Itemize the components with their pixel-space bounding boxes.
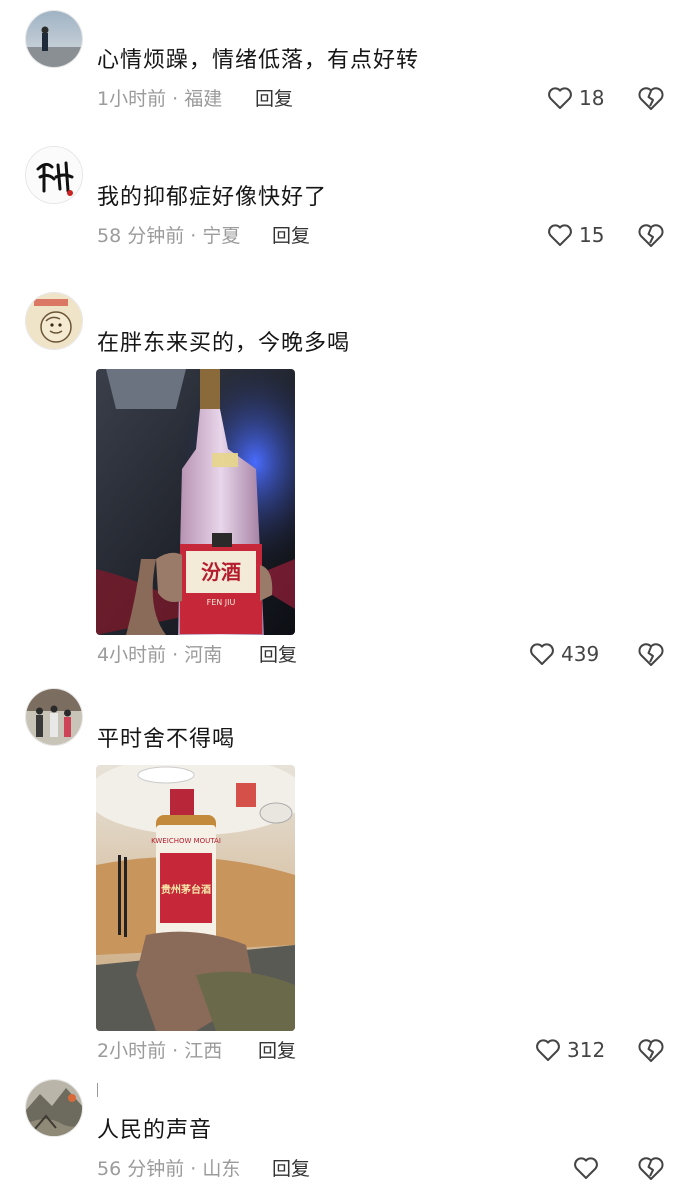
comment-meta: 56 分钟前 · 山东 xyxy=(97,1158,241,1180)
moutai-bottle-photo[interactable]: KWEICHOW MOUTAI 贵州茅台酒 xyxy=(96,765,295,1031)
dislike-button[interactable] xyxy=(637,223,665,249)
dislike-button[interactable] xyxy=(637,642,665,668)
bottle-label-text: 贵州茅台酒 xyxy=(161,883,211,896)
reply-button[interactable]: 回复 xyxy=(272,1157,310,1181)
like-count: 18 xyxy=(579,86,605,110)
avatar[interactable] xyxy=(25,1079,83,1137)
comment-text: 人民的声音 xyxy=(97,1118,213,1143)
like-button[interactable]: 18 xyxy=(547,86,604,110)
avatar[interactable] xyxy=(25,292,83,350)
bottle-sublabel-text: FEN JIU xyxy=(207,598,236,607)
comment-meta: 1小时前 · 福建 xyxy=(97,88,223,110)
reply-button[interactable]: 回复 xyxy=(272,224,310,248)
avatar[interactable] xyxy=(25,146,83,204)
dislike-button[interactable] xyxy=(637,1038,665,1064)
bottle-label-text: 汾酒 xyxy=(201,560,241,584)
comment-text: 心情烦躁，情绪低落，有点好转 xyxy=(97,48,420,73)
comment-meta: 58 分钟前 · 宁夏 xyxy=(97,225,241,247)
dislike-button[interactable] xyxy=(637,86,665,112)
avatar[interactable] xyxy=(25,688,83,746)
broken-heart-icon xyxy=(637,86,665,112)
broken-heart-icon xyxy=(637,642,665,668)
avatar[interactable] xyxy=(25,10,83,68)
heart-outline-icon xyxy=(535,1038,561,1062)
heart-outline-icon xyxy=(573,1156,599,1180)
broken-heart-icon xyxy=(637,1038,665,1064)
heart-outline-icon xyxy=(529,642,555,666)
text-cursor xyxy=(97,1083,98,1097)
heart-outline-icon xyxy=(547,86,573,110)
like-count: 439 xyxy=(561,642,600,666)
comment-text: 平时舍不得喝 xyxy=(97,727,236,752)
like-count: 15 xyxy=(579,223,605,247)
broken-heart-icon xyxy=(637,223,665,249)
reply-button[interactable]: 回复 xyxy=(259,643,297,667)
heart-outline-icon xyxy=(547,223,573,247)
reply-button[interactable]: 回复 xyxy=(255,87,293,111)
fenjiu-bottle-photo[interactable]: 汾酒 FEN JIU xyxy=(96,369,295,635)
dislike-button[interactable] xyxy=(637,1156,665,1182)
comment-meta: 4小时前 · 河南 xyxy=(97,644,223,666)
comment-text: 我的抑郁症好像快好了 xyxy=(97,185,328,210)
comment-meta: 2小时前 · 江西 xyxy=(97,1040,223,1062)
broken-heart-icon xyxy=(637,1156,665,1182)
like-button[interactable]: 439 xyxy=(529,642,599,666)
bottle-sublabel-text: KWEICHOW MOUTAI xyxy=(151,837,221,845)
like-count: 312 xyxy=(567,1038,606,1062)
comment-text: 在胖东来买的，今晚多喝 xyxy=(97,331,351,356)
like-button[interactable] xyxy=(573,1156,605,1180)
like-button[interactable]: 15 xyxy=(547,223,604,247)
reply-button[interactable]: 回复 xyxy=(258,1039,296,1063)
like-button[interactable]: 312 xyxy=(535,1038,605,1062)
